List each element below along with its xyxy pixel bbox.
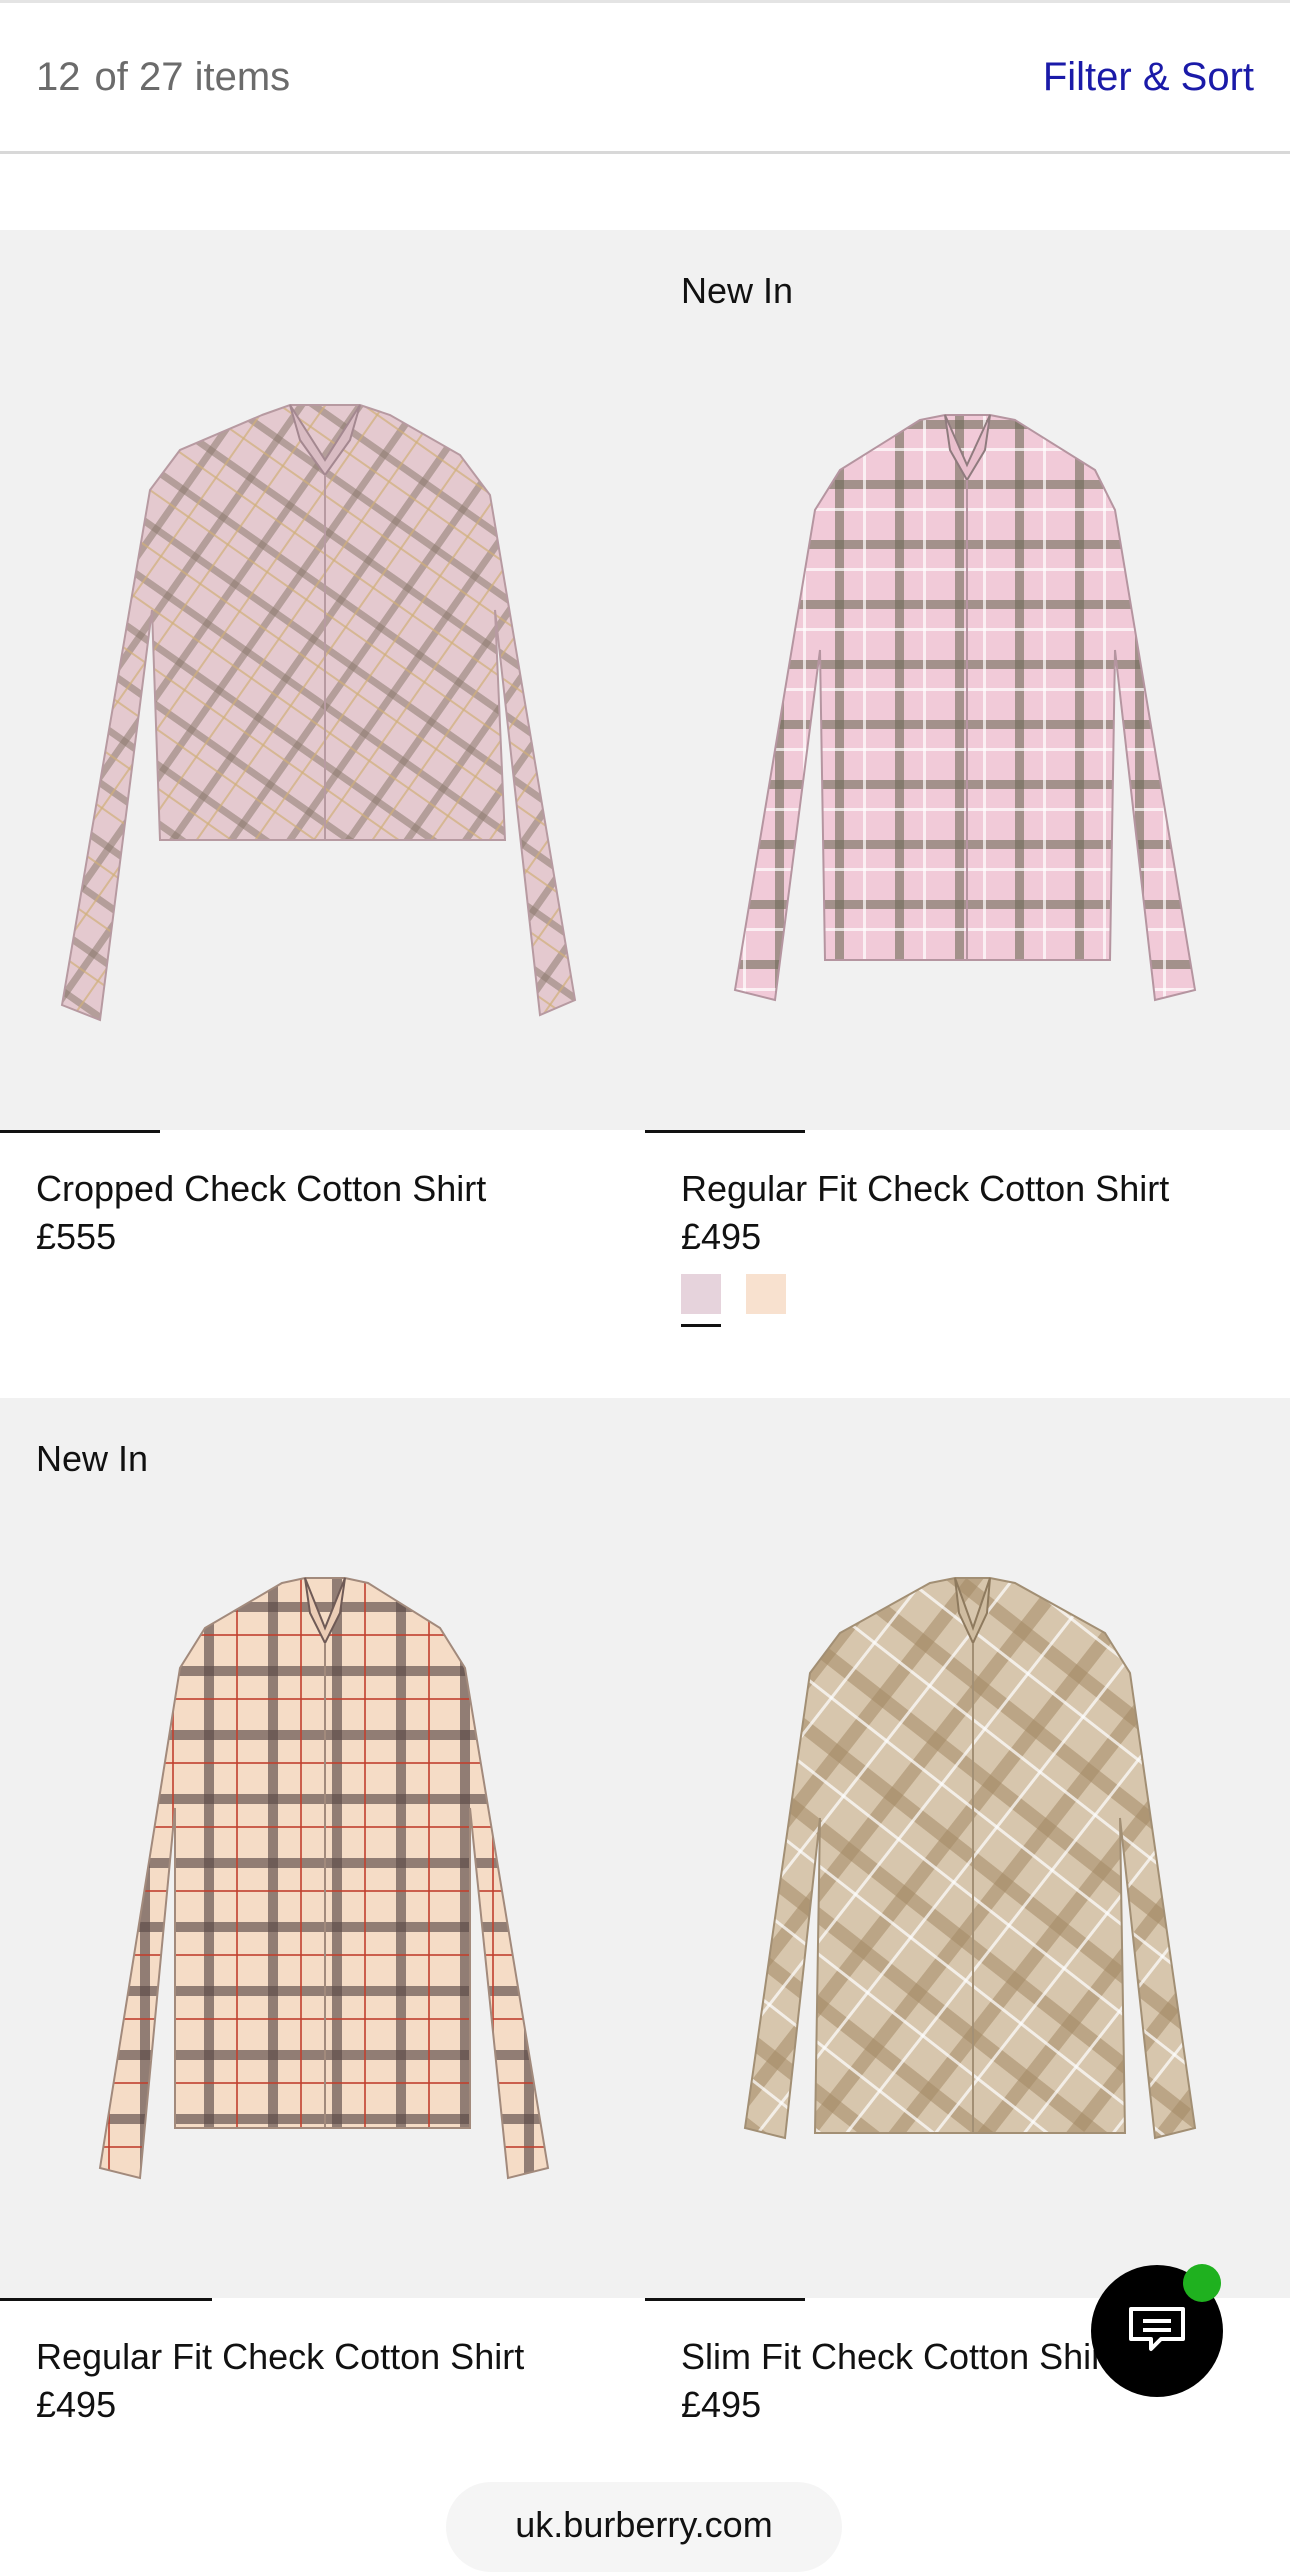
image-carousel-progress bbox=[0, 2298, 645, 2301]
results-count: 12 of 27 items bbox=[36, 55, 290, 100]
image-carousel-progress bbox=[645, 1130, 1290, 1133]
total-count: of 27 items bbox=[94, 55, 291, 99]
shown-count: 12 bbox=[36, 55, 81, 99]
product-name[interactable]: Slim Fit Check Cotton Shirt bbox=[681, 2336, 1113, 2378]
regular-pink-shirt-image bbox=[733, 414, 1197, 1002]
filter-sort-button[interactable]: Filter & Sort bbox=[1043, 55, 1254, 100]
new-in-badge: New In bbox=[36, 1438, 149, 1479]
chat-bubble-icon bbox=[1129, 2307, 1185, 2351]
image-carousel-progress-fill bbox=[645, 1130, 805, 1133]
selected-swatch-indicator bbox=[681, 1324, 721, 1327]
product-image[interactable] bbox=[0, 230, 645, 1132]
product-image[interactable]: New In bbox=[0, 1398, 645, 2300]
image-carousel-progress-fill bbox=[0, 1130, 160, 1133]
results-toolbar: 12 of 27 items Filter & Sort bbox=[0, 0, 1290, 154]
new-in-badge: New In bbox=[681, 270, 794, 311]
product-price: £555 bbox=[36, 1216, 117, 1257]
product-price: £495 bbox=[681, 1216, 762, 1257]
regular-beige-shirt-image bbox=[98, 1577, 550, 2180]
color-swatch-peach[interactable] bbox=[746, 1274, 786, 1314]
image-carousel-progress bbox=[0, 1130, 645, 1133]
product-name[interactable]: Regular Fit Check Cotton Shirt bbox=[36, 2336, 524, 2378]
chat-online-indicator bbox=[1183, 2264, 1221, 2302]
product-image[interactable]: New In bbox=[645, 230, 1290, 1132]
product-price: £495 bbox=[681, 2384, 762, 2425]
product-name[interactable]: Cropped Check Cotton Shirt bbox=[36, 1168, 486, 1210]
color-swatch-pink[interactable] bbox=[681, 1274, 721, 1314]
product-image[interactable] bbox=[645, 1398, 1290, 2300]
slim-fit-shirt-image bbox=[743, 1577, 1197, 2140]
url-text: uk.burberry.com bbox=[515, 2504, 773, 2545]
image-carousel-progress-fill bbox=[0, 2298, 212, 2301]
cropped-shirt-image bbox=[60, 404, 577, 1022]
product-price: £495 bbox=[36, 2384, 117, 2425]
product-name[interactable]: Regular Fit Check Cotton Shirt bbox=[681, 1168, 1169, 1210]
image-carousel-progress-fill bbox=[645, 2298, 805, 2301]
